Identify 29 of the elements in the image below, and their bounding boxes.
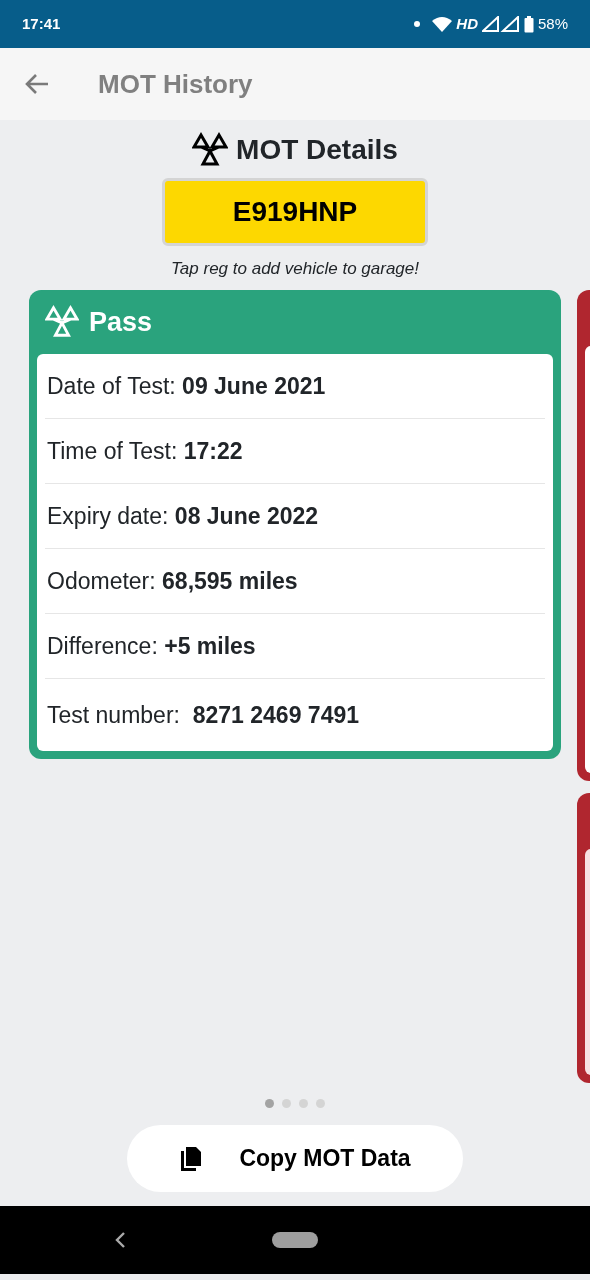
detail-text: Test number: 8271 2469 7491 xyxy=(46,700,360,730)
notification-dot-icon xyxy=(414,21,421,27)
copy-button[interactable]: Copy MOT Data xyxy=(127,1125,463,1192)
detail-text: Date of Test: 09 June 2021 xyxy=(45,354,545,419)
battery-text: 58% xyxy=(537,13,568,34)
signal-icon xyxy=(481,16,520,32)
network-type-text: HD xyxy=(456,13,478,34)
mot-logo-icon xyxy=(45,305,79,339)
clock-text: 17:41 xyxy=(22,13,61,34)
page-dot[interactable] xyxy=(282,1099,291,1108)
detail-text: Time of Test: 17:22 xyxy=(45,419,545,484)
page-title: MOT History xyxy=(98,67,253,101)
result-title: Pass xyxy=(89,305,153,339)
back-icon[interactable] xyxy=(114,1231,126,1249)
mot-logo-icon xyxy=(192,132,229,168)
battery-icon xyxy=(523,15,534,33)
page-dot[interactable] xyxy=(316,1099,325,1108)
hint-text: Tap reg to add vehicle to garage! xyxy=(171,258,419,280)
home-handle-icon[interactable] xyxy=(272,1232,318,1248)
copy-icon xyxy=(179,1145,204,1172)
detail-text: Odometer: 68,595 miles xyxy=(45,549,545,614)
detail-text: Difference: +5 miles xyxy=(45,614,545,679)
page-dot[interactable] xyxy=(299,1099,308,1108)
back-arrow-icon[interactable] xyxy=(24,72,50,96)
registration-plate[interactable]: E919HNP xyxy=(162,178,428,246)
wifi-icon xyxy=(432,16,453,32)
section-title: MOT Details xyxy=(236,133,398,167)
detail-text: Expiry date: 08 June 2022 xyxy=(45,484,545,549)
page-dot[interactable] xyxy=(265,1099,274,1108)
